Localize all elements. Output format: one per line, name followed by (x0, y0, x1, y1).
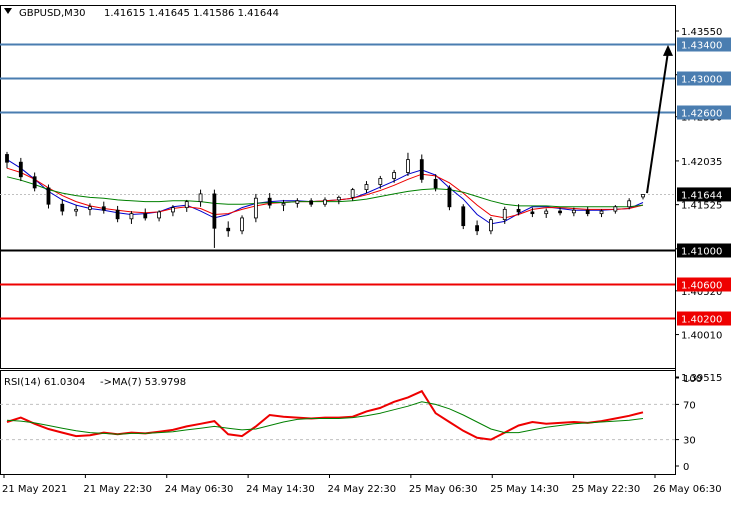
price-tick-label: 1.42035 (681, 157, 722, 168)
price-tick-label: 1.41525 (681, 201, 722, 212)
rsi-tick-label: 100 (683, 374, 702, 385)
candle-body (5, 154, 9, 163)
candle-body (571, 209, 576, 214)
candle-body (585, 209, 590, 215)
candle-body (447, 187, 452, 208)
candle-body (60, 203, 65, 212)
level-badge-label: 1.41000 (681, 247, 722, 258)
candle-body (101, 206, 106, 211)
candle-body (240, 217, 244, 232)
time-tick-label: 24 May 06:30 (165, 484, 234, 495)
candle-body (530, 211, 535, 215)
candle-body (392, 172, 397, 179)
candle-body (350, 189, 355, 198)
time-tick-label: 21 May 22:30 (83, 484, 152, 495)
rsi-label: RSI(14) 61.0304 (4, 377, 85, 388)
candle-body (115, 209, 120, 220)
candle-body (558, 210, 562, 214)
time-tick-label: 25 May 06:30 (409, 484, 478, 495)
candle-body (32, 176, 37, 189)
candle-body (516, 208, 521, 213)
candle-body (198, 193, 203, 203)
candle-body (461, 206, 466, 227)
candle-body (419, 159, 424, 180)
candle-body (267, 197, 272, 206)
level-badge-label: 1.43400 (681, 41, 722, 52)
rsi-tick-label: 0 (683, 462, 689, 473)
candle-body (226, 227, 231, 232)
time-tick-label: 24 May 22:30 (328, 484, 397, 495)
candle-body (157, 211, 161, 219)
time-tick-label: 25 May 22:30 (572, 484, 641, 495)
price-tick-label: 1.43550 (681, 27, 722, 38)
candle-body (184, 201, 189, 209)
candle-body (171, 207, 175, 213)
candle-body (323, 199, 327, 205)
candle-body (46, 187, 51, 205)
level-badge-label: 1.40200 (681, 315, 722, 326)
candle[interactable] (461, 204, 466, 230)
level-badge-label: 1.40600 (681, 281, 722, 292)
candle-body (433, 178, 438, 189)
time-tick-label: 21 May 2021 (2, 484, 67, 495)
candle-body (641, 194, 645, 198)
level-badge-label: 1.42600 (681, 109, 722, 120)
candle-body (88, 206, 92, 210)
candle-body (378, 178, 383, 185)
price-tick-label: 1.40010 (681, 331, 722, 342)
candle-body (613, 206, 618, 212)
trading-chart[interactable]: 1.435501.430401.425501.420351.415251.410… (0, 0, 733, 502)
rsi-ma-label: ->MA(7) 53.9798 (100, 377, 186, 388)
time-tick-label: 24 May 14:30 (246, 484, 315, 495)
level-badge-label: 1.43000 (681, 75, 722, 86)
candle-body (143, 213, 148, 219)
rsi-tick-label: 30 (683, 436, 696, 447)
candle-body (627, 200, 632, 208)
candle-body (489, 219, 493, 232)
ohlc-values: 1.41615 1.41645 1.41586 1.41644 (104, 8, 279, 19)
time-tick-label: 26 May 06:30 (653, 484, 722, 495)
time-tick-label: 25 May 14:30 (490, 484, 559, 495)
candle-body (599, 210, 604, 215)
candle-body (364, 184, 369, 191)
candle-body (336, 196, 341, 201)
candle-body (295, 200, 300, 204)
candle-body (502, 208, 507, 221)
candle-body (212, 193, 217, 229)
current-price-label: 1.41644 (681, 190, 722, 201)
candle-body (253, 197, 258, 219)
symbol-label: GBPUSD,M30 (19, 8, 86, 19)
rsi-tick-label: 70 (683, 400, 696, 411)
candle-body (18, 161, 23, 178)
candle-body (281, 202, 286, 206)
candle-body (74, 208, 79, 212)
chart-canvas[interactable]: 1.435501.430401.425501.420351.415251.410… (0, 0, 733, 502)
candle[interactable] (447, 185, 452, 211)
candle-body (309, 200, 314, 205)
candle-body (544, 210, 549, 215)
candle-body (475, 225, 479, 232)
candle-body (129, 213, 134, 220)
candle[interactable] (253, 193, 258, 223)
candle-body (406, 159, 410, 173)
